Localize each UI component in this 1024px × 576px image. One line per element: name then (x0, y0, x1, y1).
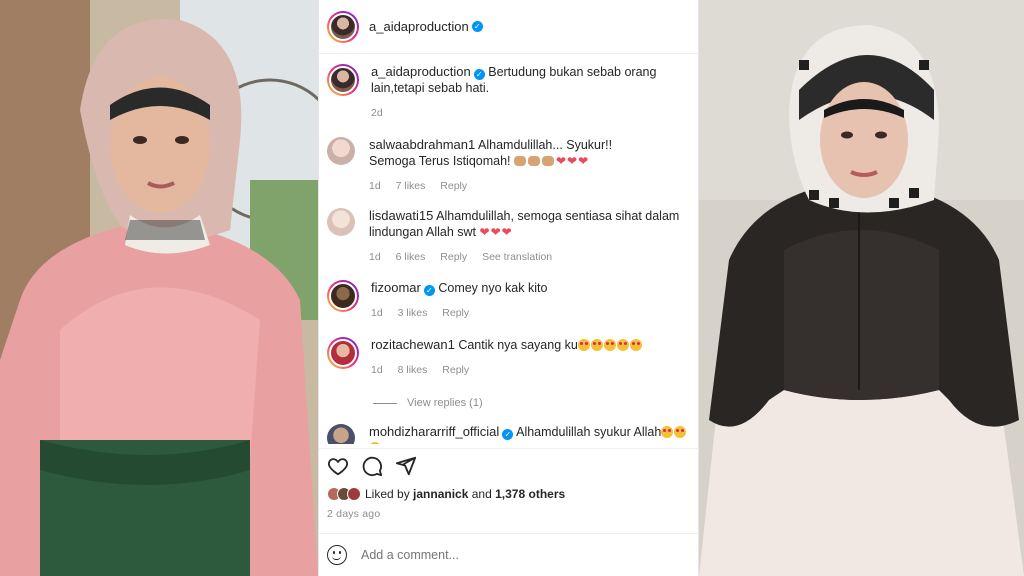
author-avatar[interactable] (327, 10, 359, 43)
caption-username[interactable]: a_aidaproduction (371, 64, 471, 79)
comment-text-line2: Semoga Terus Istiqomah! (369, 154, 511, 168)
comment-avatar[interactable] (327, 337, 359, 369)
comment-item: mohdizhararriff_official ✓ Alhamdulillah … (327, 424, 692, 444)
add-comment-bar (319, 533, 700, 576)
comment-likes[interactable]: 3 likes (398, 307, 428, 319)
comment-avatar[interactable] (327, 208, 355, 236)
comment-text: Comey nyo kak kito (438, 281, 548, 295)
comment-age: 1d (371, 364, 383, 376)
comment-age: 1d (369, 251, 381, 263)
caption-item: a_aidaproduction ✓ Bertudung bukan sebab … (327, 64, 692, 121)
comment-likes[interactable]: 6 likes (396, 251, 426, 263)
reply-button[interactable]: Reply (442, 364, 469, 376)
heart-icon[interactable] (327, 455, 349, 477)
right-photo (699, 0, 1024, 576)
right-photo-illustration (699, 0, 1024, 576)
view-replies-button[interactable]: View replies (1) (373, 397, 483, 409)
view-replies-label: View replies (1) (407, 397, 483, 409)
comment-text-line2: lindungan Allah swt (369, 225, 477, 239)
emoji-icon[interactable] (327, 545, 347, 565)
instagram-post-panel: a_aidaproduction ✓ a_aidaproduction ✓ Ber… (318, 0, 700, 576)
liked-by-others[interactable]: 1,378 others (495, 487, 565, 501)
comments-list[interactable]: a_aidaproduction ✓ Bertudung bukan sebab … (319, 54, 700, 444)
liked-by-user[interactable]: jannanick (413, 487, 468, 501)
heart-eyes-emoji-icon (577, 338, 643, 352)
post-date: 2 days ago (327, 508, 381, 520)
comment-text: Cantik nya sayang ku (458, 338, 578, 352)
comment-icon[interactable] (361, 455, 383, 477)
comment-avatar[interactable] (327, 137, 355, 165)
comment-text: Alhamdulillah syukur Allah (516, 425, 662, 439)
post-actions-bar (319, 448, 700, 483)
caption-avatar[interactable] (327, 64, 359, 96)
comment-username[interactable]: fizoomar (371, 280, 421, 295)
author-username[interactable]: a_aidaproduction (369, 19, 469, 34)
heart-emoji-icon: ❤❤❤ (556, 154, 590, 168)
comment-age: 1d (371, 307, 383, 319)
verified-badge-icon: ✓ (502, 429, 514, 440)
comment-likes[interactable]: 7 likes (396, 180, 426, 192)
heart-emoji-icon: ❤❤❤ (479, 225, 513, 239)
comment-avatar[interactable] (327, 424, 355, 444)
comment-username[interactable]: rozitachewan1 (371, 337, 455, 352)
post-header: a_aidaproduction ✓ (319, 0, 700, 54)
verified-badge-icon: ✓ (473, 69, 485, 80)
comment-username[interactable]: lisdawati15 (369, 208, 433, 223)
liker-avatar (347, 487, 361, 501)
comment-text: Alhamdulillah, semoga sentiasa sihat dal… (436, 209, 680, 223)
reply-button[interactable]: Reply (440, 251, 467, 263)
liked-by-prefix: Liked by (365, 487, 410, 501)
liked-by-row[interactable]: Liked by jannanick and 1,378 others (327, 487, 565, 501)
comment-username[interactable]: mohdizhararriff_official (369, 424, 499, 439)
reply-button[interactable]: Reply (440, 180, 467, 192)
comment-item: rozitachewan1 Cantik nya sayang ku 1d 8 … (327, 337, 692, 378)
hands-emoji-icon (514, 154, 556, 168)
comment-age: 1d (369, 180, 381, 192)
verified-badge-icon: ✓ (423, 285, 435, 296)
comment-input[interactable] (361, 548, 661, 562)
comment-item: salwaabdrahman1 Alhamdulillah... Syukur!… (327, 137, 692, 194)
comment-item: fizoomar ✓ Comey nyo kak kito 1d 3 likes … (327, 280, 692, 321)
comment-likes[interactable]: 8 likes (398, 364, 428, 376)
see-translation-button[interactable]: See translation (482, 251, 552, 263)
comment-item: lisdawati15 Alhamdulillah, semoga sentia… (327, 208, 692, 265)
comment-text: Alhamdulillah... Syukur!! (478, 138, 613, 152)
comment-username[interactable]: salwaabdrahman1 (369, 137, 475, 152)
liked-by-connector: and (471, 487, 492, 501)
left-photo (0, 0, 318, 576)
share-icon[interactable] (395, 455, 417, 477)
verified-badge-icon: ✓ (471, 21, 483, 32)
caption-age: 2d (371, 107, 383, 119)
left-photo-illustration (0, 0, 318, 576)
comment-avatar[interactable] (327, 280, 359, 312)
reply-button[interactable]: Reply (442, 307, 469, 319)
